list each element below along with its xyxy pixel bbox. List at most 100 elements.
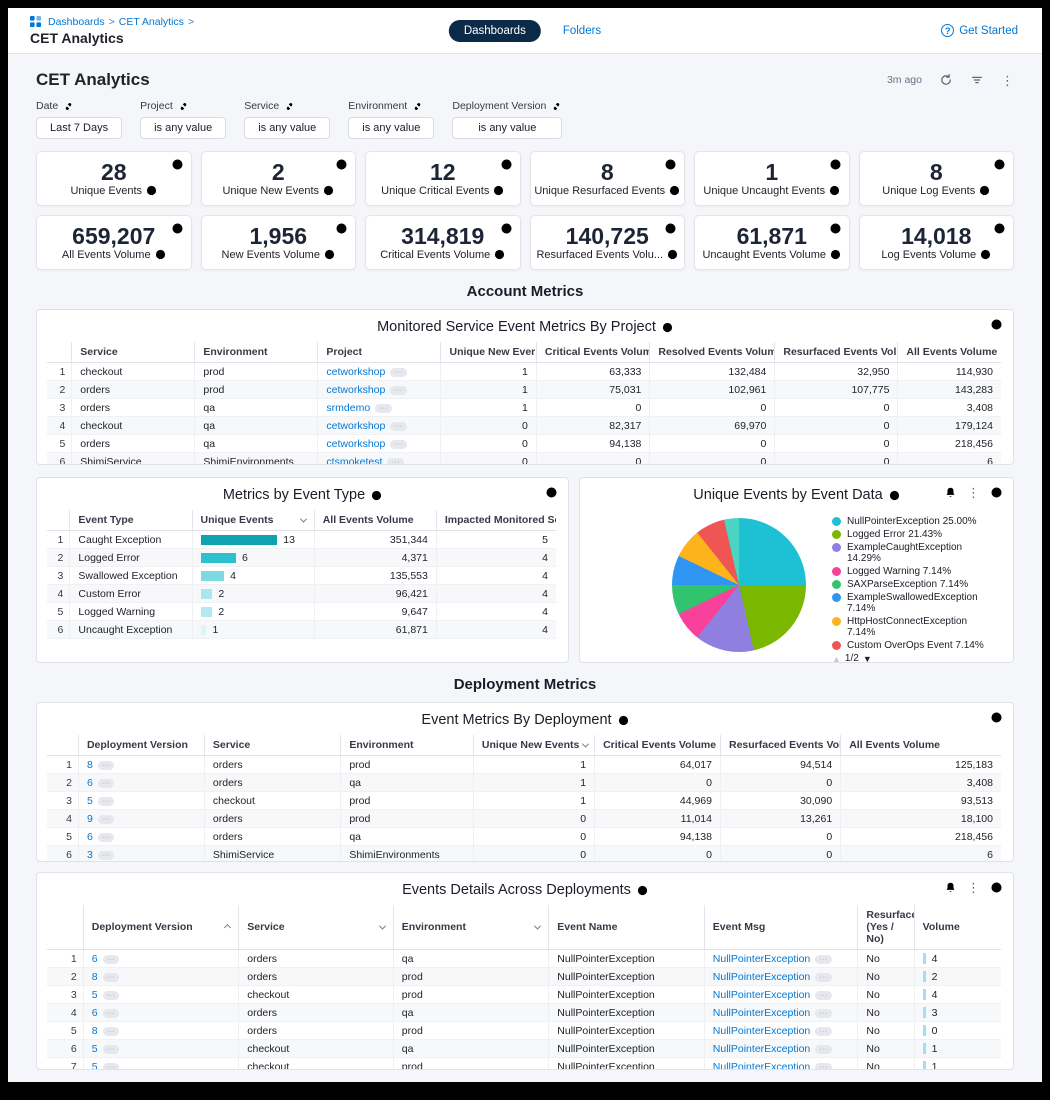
ellipsis-icon[interactable]: ··· bbox=[103, 1045, 120, 1054]
info-icon[interactable] bbox=[155, 249, 166, 260]
ellipsis-icon[interactable]: ··· bbox=[375, 404, 392, 413]
legend-page-up-icon[interactable]: ▲ bbox=[832, 654, 841, 664]
legend-item[interactable]: Logged Warning 7.14% bbox=[832, 566, 1002, 577]
info-icon[interactable] bbox=[146, 185, 157, 196]
alert-bell-icon[interactable] bbox=[944, 486, 957, 499]
info-icon[interactable] bbox=[662, 322, 673, 333]
deployment-version-link[interactable]: 5 bbox=[92, 1061, 98, 1071]
deployment-version-link[interactable]: 5 bbox=[87, 795, 93, 807]
deployment-version-link[interactable]: 8 bbox=[87, 759, 93, 771]
col-unique-events[interactable]: Unique Events bbox=[192, 510, 314, 531]
col-resurfaced[interactable]: Resurfaced Events Volume bbox=[775, 342, 898, 363]
globe-icon[interactable] bbox=[993, 222, 1006, 235]
filter-value-chip[interactable]: is any value bbox=[244, 117, 330, 139]
unique-events-bar[interactable] bbox=[201, 607, 213, 617]
ellipsis-icon[interactable]: ··· bbox=[98, 815, 115, 824]
breadcrumb-link[interactable]: Dashboards bbox=[48, 16, 105, 28]
event-msg-link[interactable]: NullPointerException bbox=[713, 1061, 810, 1071]
project-link[interactable]: srmdemo bbox=[326, 402, 370, 414]
get-started-button[interactable]: ? Get Started bbox=[941, 24, 1042, 37]
event-msg-link[interactable]: NullPointerException bbox=[713, 989, 810, 1001]
ellipsis-icon[interactable]: ··· bbox=[815, 973, 832, 982]
info-icon[interactable] bbox=[494, 249, 505, 260]
event-msg-link[interactable]: NullPointerException bbox=[713, 953, 810, 965]
deployment-version-link[interactable]: 3 bbox=[87, 849, 93, 861]
globe-icon[interactable] bbox=[171, 222, 184, 235]
alert-bell-icon[interactable] bbox=[944, 881, 957, 894]
ellipsis-icon[interactable]: ··· bbox=[98, 797, 115, 806]
globe-icon[interactable] bbox=[990, 711, 1003, 724]
ellipsis-icon[interactable]: ··· bbox=[390, 440, 407, 449]
globe-icon[interactable] bbox=[171, 158, 184, 171]
breadcrumb-link[interactable]: CET Analytics bbox=[119, 16, 184, 28]
event-msg-link[interactable]: NullPointerException bbox=[713, 1043, 810, 1055]
ellipsis-icon[interactable]: ··· bbox=[98, 779, 115, 788]
project-link[interactable]: cetworkshop bbox=[326, 438, 385, 450]
info-icon[interactable] bbox=[979, 185, 990, 196]
deployment-version-link[interactable]: 8 bbox=[92, 1025, 98, 1037]
ellipsis-icon[interactable]: ··· bbox=[103, 1009, 120, 1018]
ellipsis-icon[interactable]: ··· bbox=[815, 1063, 832, 1071]
col-unique-new-events[interactable]: Unique New Events bbox=[473, 735, 594, 756]
globe-icon[interactable] bbox=[335, 222, 348, 235]
info-icon[interactable] bbox=[980, 249, 991, 260]
deployment-version-link[interactable]: 6 bbox=[87, 831, 93, 843]
deployment-version-link[interactable]: 6 bbox=[87, 777, 93, 789]
info-icon[interactable] bbox=[667, 249, 678, 260]
col-event-msg[interactable]: Event Msg bbox=[704, 905, 858, 950]
ellipsis-icon[interactable]: ··· bbox=[387, 458, 404, 466]
deployment-version-link[interactable]: 5 bbox=[92, 989, 98, 1001]
col-all[interactable]: All Events Volume bbox=[898, 342, 1001, 363]
info-icon[interactable] bbox=[829, 185, 840, 196]
globe-icon[interactable] bbox=[335, 158, 348, 171]
col-service[interactable]: Service bbox=[72, 342, 195, 363]
deployment-version-link[interactable]: 5 bbox=[92, 1043, 98, 1055]
legend-page-down-icon[interactable]: ▼ bbox=[863, 654, 872, 664]
col-all-volume[interactable]: All Events Volume bbox=[314, 510, 436, 531]
info-icon[interactable] bbox=[323, 185, 334, 196]
filter-value-chip[interactable]: is any value bbox=[452, 117, 562, 139]
globe-icon[interactable] bbox=[990, 318, 1003, 331]
globe-icon[interactable] bbox=[664, 158, 677, 171]
ellipsis-icon[interactable]: ··· bbox=[815, 955, 832, 964]
ellipsis-icon[interactable]: ··· bbox=[815, 1009, 832, 1018]
info-icon[interactable] bbox=[889, 490, 900, 501]
ellipsis-icon[interactable]: ··· bbox=[98, 851, 115, 860]
ellipsis-icon[interactable]: ··· bbox=[815, 1027, 832, 1036]
unique-events-bar[interactable] bbox=[201, 589, 213, 599]
col-unique-new[interactable]: Unique New Ever bbox=[441, 342, 536, 363]
event-msg-link[interactable]: NullPointerException bbox=[713, 1025, 810, 1037]
info-icon[interactable] bbox=[371, 490, 382, 501]
filter-value-chip[interactable]: Last 7 Days bbox=[36, 117, 122, 139]
col-environment[interactable]: Environment bbox=[393, 905, 549, 950]
project-link[interactable]: ctsmoketest bbox=[326, 456, 382, 466]
col-deployment-version[interactable]: Deployment Version bbox=[83, 905, 239, 950]
legend-item[interactable]: ExampleCaughtException 14.29% bbox=[832, 542, 1002, 564]
ellipsis-icon[interactable]: ··· bbox=[103, 955, 120, 964]
col-resurfaced[interactable]: Resurfaced Events Volume bbox=[720, 735, 840, 756]
legend-item[interactable]: Logged Error 21.43% bbox=[832, 529, 1002, 540]
info-icon[interactable] bbox=[637, 885, 648, 896]
legend-item[interactable]: NullPointerException 25.00% bbox=[832, 516, 1002, 527]
col-event-type[interactable]: Event Type bbox=[70, 510, 192, 531]
globe-icon[interactable] bbox=[829, 158, 842, 171]
col-event-name[interactable]: Event Name bbox=[549, 905, 705, 950]
tab-folders[interactable]: Folders bbox=[563, 25, 601, 37]
info-icon[interactable] bbox=[830, 249, 841, 260]
globe-icon[interactable] bbox=[990, 881, 1003, 894]
legend-item[interactable]: ExampleSwallowedException 7.14% bbox=[832, 592, 1002, 614]
unique-events-bar[interactable] bbox=[201, 553, 236, 563]
globe-icon[interactable] bbox=[545, 486, 558, 499]
legend-item[interactable]: HttpHostConnectException 7.14% bbox=[832, 616, 1002, 638]
unique-events-bar[interactable] bbox=[201, 535, 278, 545]
globe-icon[interactable] bbox=[993, 158, 1006, 171]
col-resolved[interactable]: Resolved Events Volume bbox=[650, 342, 775, 363]
col-impacted[interactable]: Impacted Monitored Services bbox=[436, 510, 556, 531]
info-icon[interactable] bbox=[618, 715, 629, 726]
legend-item[interactable]: Custom OverOps Event 7.14% bbox=[832, 640, 1002, 651]
project-link[interactable]: cetworkshop bbox=[326, 420, 385, 432]
col-critical[interactable]: Critical Events Volume bbox=[595, 735, 721, 756]
ellipsis-icon[interactable]: ··· bbox=[103, 973, 120, 982]
info-icon[interactable] bbox=[324, 249, 335, 260]
project-link[interactable]: cetworkshop bbox=[326, 366, 385, 378]
